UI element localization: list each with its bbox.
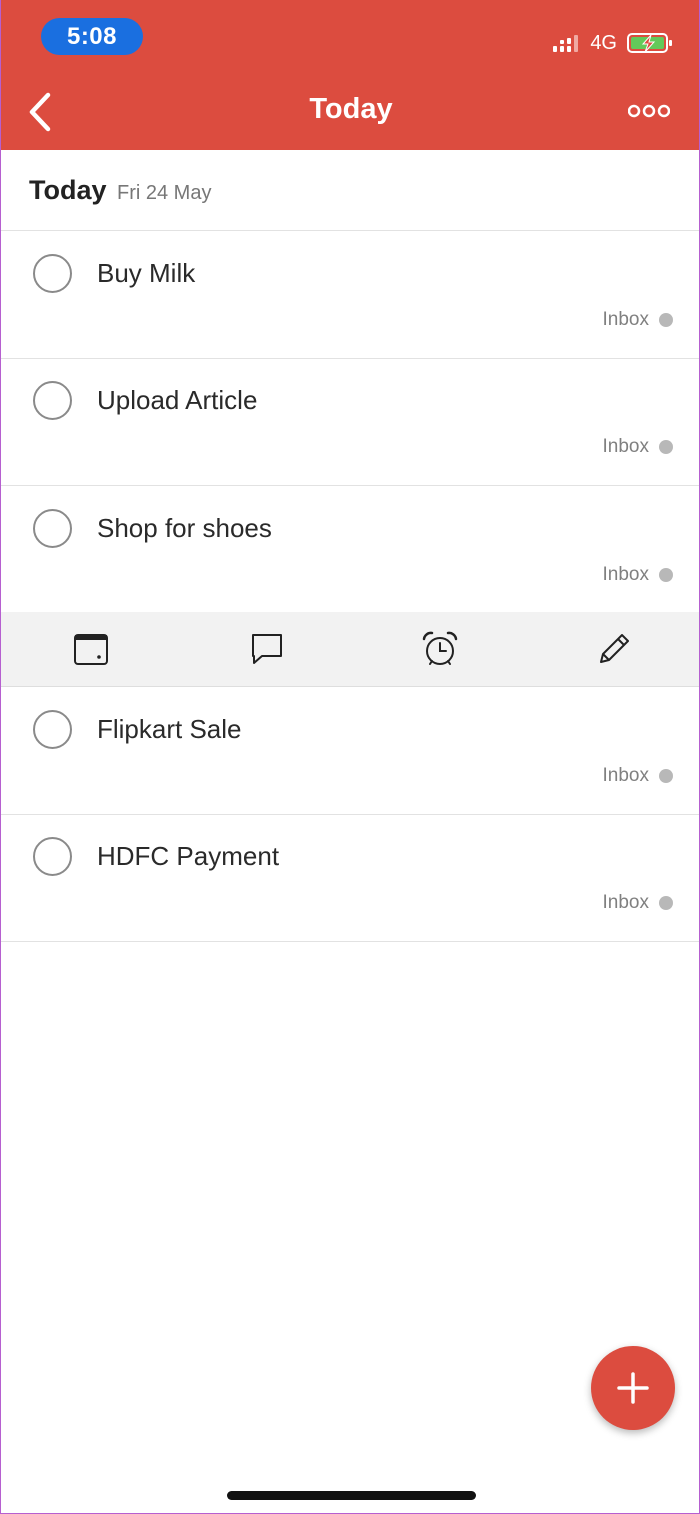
task-row[interactable]: Buy Milk Inbox — [1, 231, 699, 359]
task-title: HDFC Payment — [97, 841, 280, 871]
task-title: Flipkart Sale — [97, 714, 242, 744]
project-dot-icon — [659, 896, 673, 910]
status-time: 5:08 — [41, 18, 143, 55]
task-title: Upload Article — [97, 385, 258, 415]
project-dot-icon — [659, 568, 673, 582]
task-checkbox[interactable] — [33, 254, 72, 293]
alarm-clock-icon — [422, 631, 458, 665]
section-header: Today Fri 24 May — [1, 150, 699, 231]
task-checkbox[interactable] — [33, 381, 72, 420]
task-checkbox[interactable] — [33, 837, 72, 876]
signal-icon — [553, 35, 579, 52]
task-checkbox[interactable] — [33, 509, 72, 548]
task-checkbox[interactable] — [33, 710, 72, 749]
task-title: Buy Milk — [97, 258, 196, 288]
status-indicators: 4G — [552, 30, 673, 56]
task-project: Inbox — [603, 309, 673, 331]
task-action-bar — [1, 612, 699, 687]
project-dot-icon — [659, 769, 673, 783]
more-options-button[interactable] — [627, 98, 671, 124]
battery-charging-icon — [627, 33, 672, 53]
nav-title: Today — [309, 93, 393, 125]
top-bar: 5:08 4G Today — [1, 0, 699, 150]
project-label: Inbox — [602, 892, 649, 913]
app-screen: 5:08 4G Today Today Fri 24 May Buy Milk … — [0, 0, 700, 1514]
pencil-icon — [600, 634, 629, 663]
task-project: Inbox — [603, 564, 673, 586]
project-label: Inbox — [602, 436, 649, 457]
task-row[interactable]: Flipkart Sale Inbox — [1, 687, 699, 815]
project-dot-icon — [659, 440, 673, 454]
task-project: Inbox — [603, 436, 673, 458]
task-title: Shop for shoes — [97, 513, 272, 543]
project-label: Inbox — [602, 765, 649, 786]
comment-icon — [252, 634, 282, 664]
task-project: Inbox — [603, 892, 673, 914]
section-title: Today — [29, 175, 107, 205]
more-horizontal-icon — [628, 104, 670, 118]
add-task-button[interactable] — [591, 1346, 675, 1430]
project-label: Inbox — [602, 309, 649, 330]
task-row[interactable]: Shop for shoes Inbox — [1, 486, 699, 614]
project-dot-icon — [659, 313, 673, 327]
plus-icon — [617, 1372, 649, 1404]
project-label: Inbox — [602, 564, 649, 585]
task-row[interactable]: HDFC Payment Inbox — [1, 814, 699, 942]
calendar-icon — [74, 634, 108, 665]
home-indicator[interactable] — [227, 1491, 476, 1500]
schedule-button[interactable] — [71, 629, 111, 669]
edit-button[interactable] — [594, 629, 634, 669]
task-row[interactable]: Upload Article Inbox — [1, 358, 699, 486]
comment-button[interactable] — [247, 629, 287, 669]
task-project: Inbox — [603, 765, 673, 787]
section-date: Fri 24 May — [117, 182, 212, 204]
network-label: 4G — [590, 31, 617, 54]
reminder-button[interactable] — [420, 629, 460, 669]
